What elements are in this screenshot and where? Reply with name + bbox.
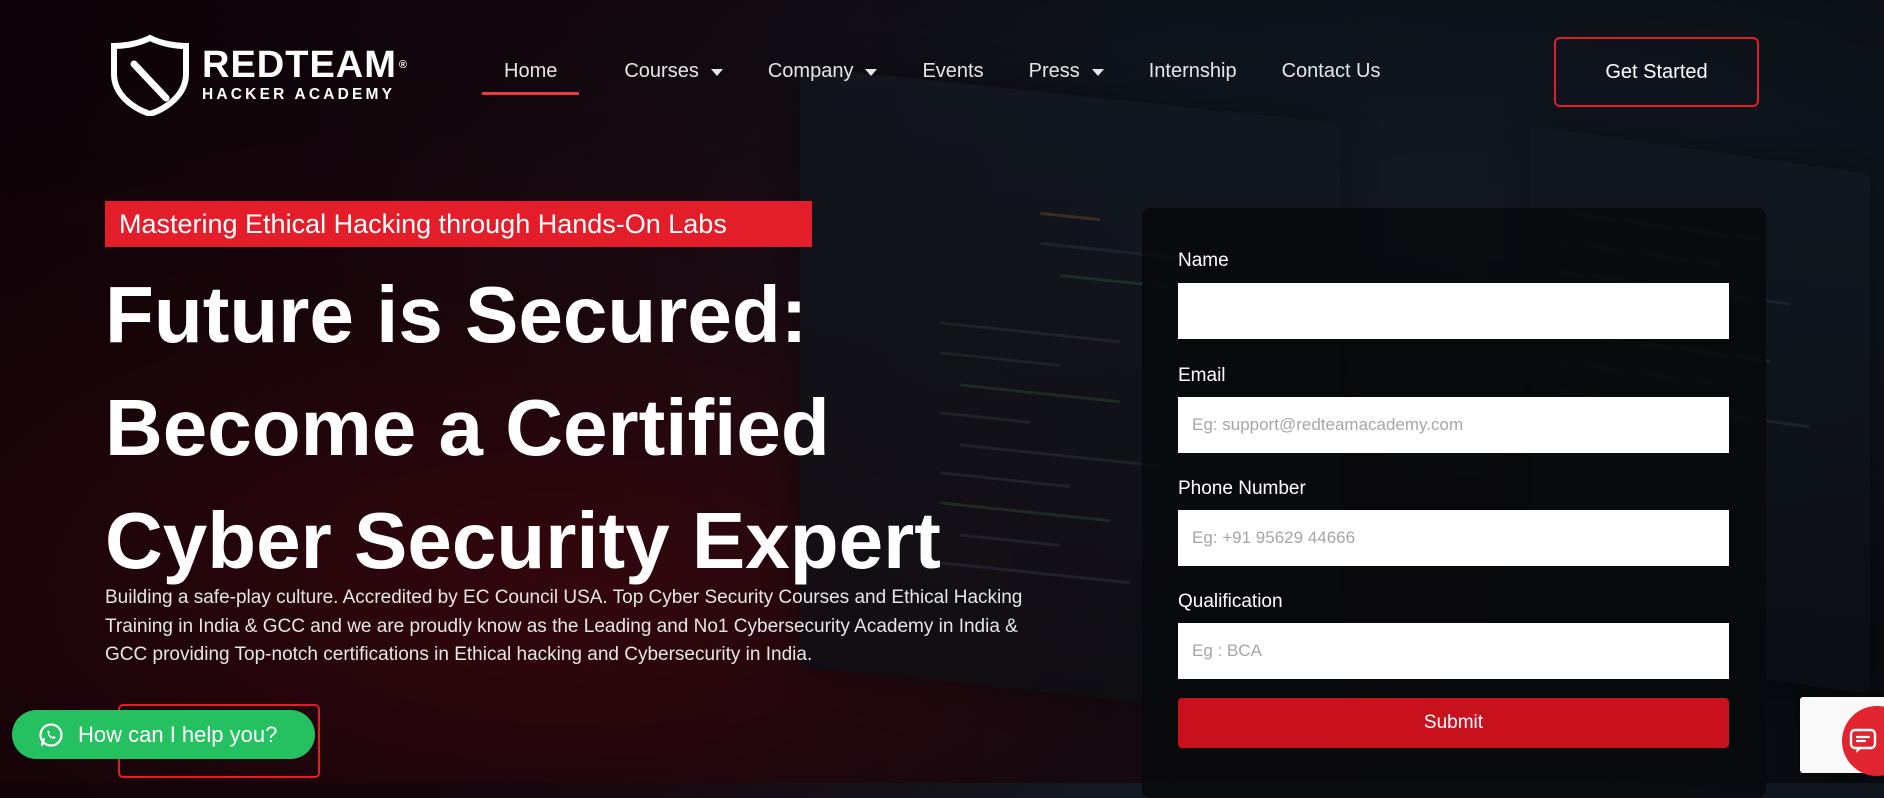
description-line: Training in India & GCC and we are proud… xyxy=(105,615,1018,637)
nav-item-courses[interactable]: Courses xyxy=(624,60,723,95)
name-label: Name xyxy=(1178,250,1229,271)
caret-down-icon xyxy=(1091,69,1104,76)
phone-label: Phone Number xyxy=(1178,478,1306,499)
brand-subtitle: HACKER ACADEMY xyxy=(202,86,396,103)
headline-line: Become a Certified xyxy=(105,383,830,472)
nav-item-events[interactable]: Events xyxy=(922,60,983,95)
hero-tagline: Mastering Ethical Hacking through Hands-… xyxy=(105,201,812,247)
nav-item-label: Company xyxy=(767,60,854,82)
nav-item-label: Internship xyxy=(1148,60,1237,82)
headline-line: Future is Secured: xyxy=(105,270,808,359)
email-label: Email xyxy=(1178,365,1226,386)
nav-item-label: Contact Us xyxy=(1281,60,1381,82)
caret-down-icon xyxy=(865,69,878,76)
caret-down-icon xyxy=(710,69,723,76)
headline-line: Cyber Security Expert xyxy=(105,496,941,585)
get-started-button[interactable]: Get Started xyxy=(1554,37,1759,107)
hero-headline: Future is Secured: Become a Certified Cy… xyxy=(105,258,1005,597)
qualification-input[interactable] xyxy=(1178,623,1729,679)
nav-item-label: Courses xyxy=(624,60,699,82)
qualification-label: Qualification xyxy=(1178,591,1283,612)
nav-item-label: Events xyxy=(922,60,984,82)
nav-item-contact-us[interactable]: Contact Us xyxy=(1282,60,1381,95)
submit-button[interactable]: Submit xyxy=(1178,698,1729,748)
nav-item-company[interactable]: Company xyxy=(768,60,878,95)
whatsapp-icon xyxy=(39,722,63,747)
brand-name: REDTEAM xyxy=(202,44,397,86)
whatsapp-label: How can I help you? xyxy=(78,721,278,747)
nav-item-internship[interactable]: Internship xyxy=(1149,60,1237,95)
registered-mark: ® xyxy=(398,59,408,71)
email-input[interactable] xyxy=(1178,397,1729,453)
chat-icon xyxy=(1849,728,1877,753)
description-line: GCC providing Top-notch certifications i… xyxy=(105,644,813,665)
phone-input[interactable] xyxy=(1178,510,1729,566)
hero-description: Building a safe-play culture. Accredited… xyxy=(105,584,1105,670)
description-line: Building a safe-play culture. Accredited… xyxy=(105,587,1023,608)
nav-item-label: Home xyxy=(504,60,558,82)
nav-item-press[interactable]: Press xyxy=(1029,60,1104,95)
main-nav: Home Courses Company Events Press Intern… xyxy=(481,60,1426,95)
brand-logo[interactable]: REDTEAM ® HACKER ACADEMY xyxy=(108,34,408,116)
nav-item-label: Press xyxy=(1028,60,1080,82)
shield-icon xyxy=(111,34,189,116)
whatsapp-chat-button[interactable]: How can I help you? xyxy=(12,710,315,759)
name-input[interactable] xyxy=(1178,283,1729,339)
nav-item-home[interactable]: Home xyxy=(481,60,580,95)
